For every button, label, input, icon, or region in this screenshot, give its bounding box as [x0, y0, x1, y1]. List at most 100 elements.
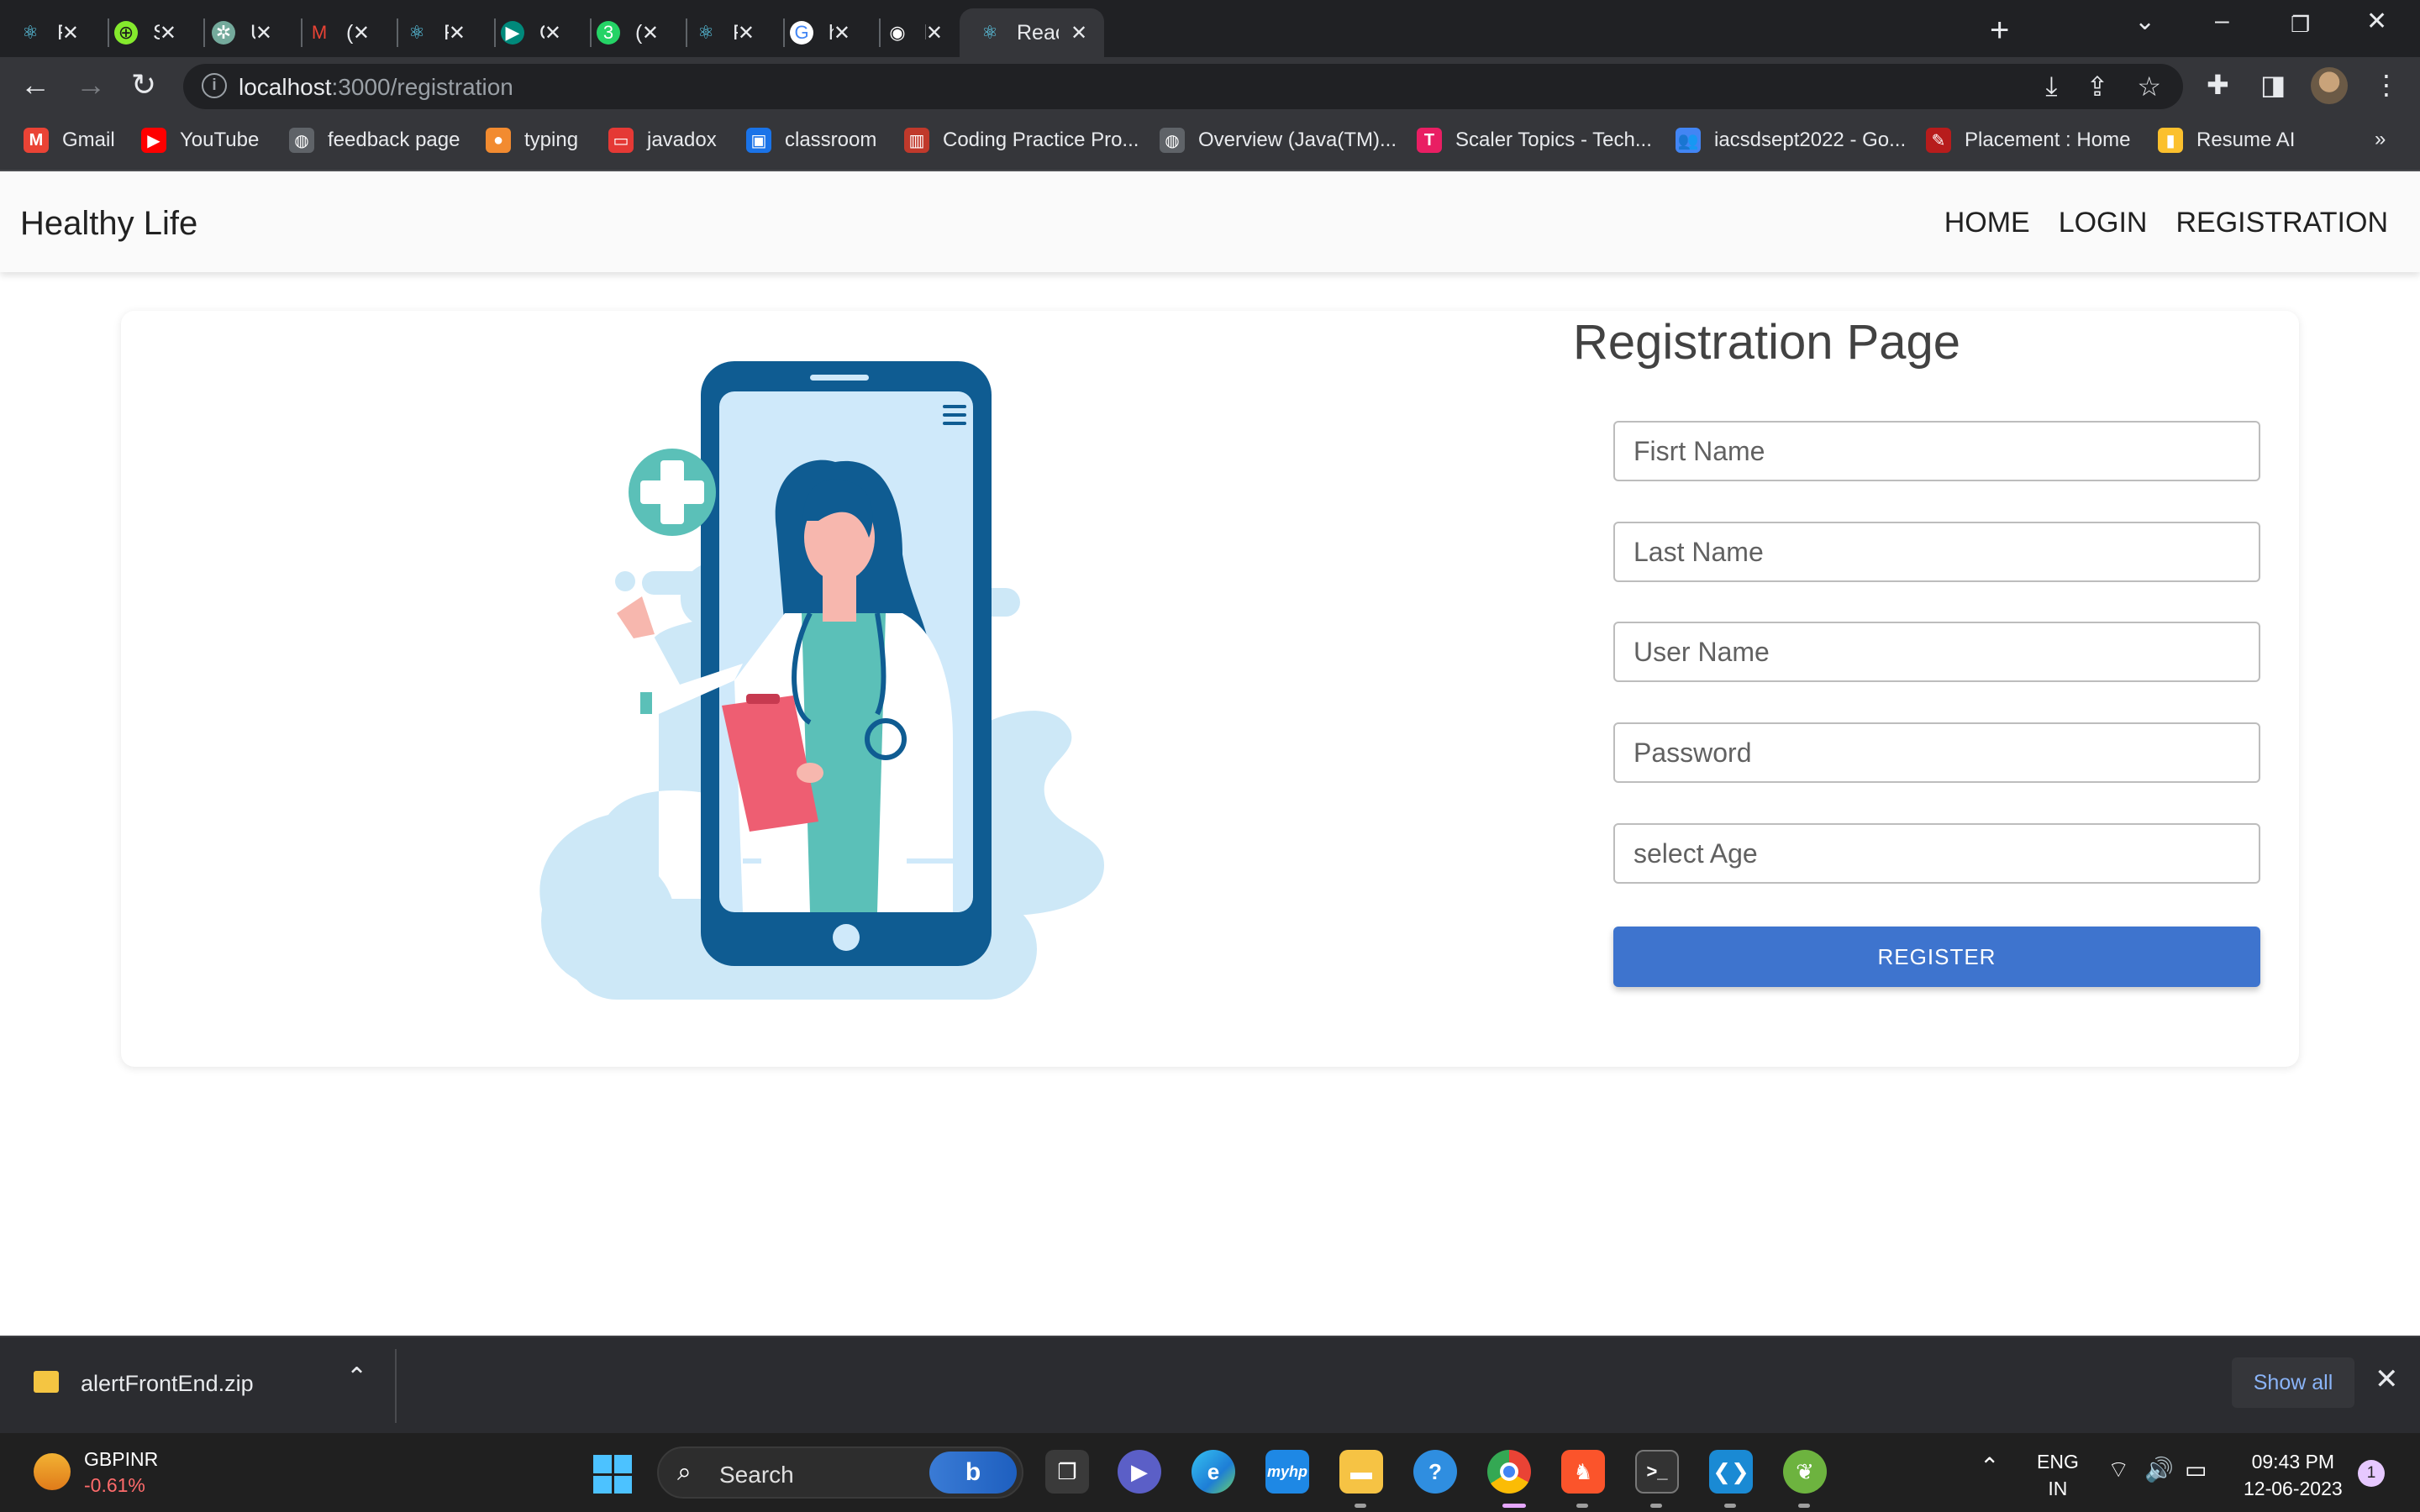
notification-badge[interactable]: 1: [2358, 1460, 2385, 1487]
register-button[interactable]: REGISTER: [1613, 927, 2260, 987]
share-icon[interactable]: ⇪: [2086, 71, 2109, 102]
age-select-input[interactable]: [1613, 823, 2260, 884]
bookmark-item[interactable]: ▣ classroom: [746, 128, 876, 153]
ticker-change: -0.61%: [84, 1474, 145, 1496]
url-text[interactable]: localhost:3000/registration: [239, 74, 513, 101]
password-input[interactable]: [1613, 722, 2260, 783]
reload-icon[interactable]: ↻: [131, 67, 156, 102]
download-shelf: alertFrontEnd.zip ⌃ Show all ✕: [0, 1336, 2420, 1433]
stock-widget[interactable]: GBPINR -0.61%: [84, 1448, 158, 1497]
bookmark-item[interactable]: ● typing: [486, 128, 578, 153]
install-app-icon[interactable]: ⤓: [2045, 71, 2057, 102]
spring-tools-icon[interactable]: ❦: [1783, 1450, 1827, 1494]
address-bar[interactable]: i localhost:3000/registration ⤓ ⇪ ☆: [183, 64, 2183, 109]
bookmark-favicon-icon: ✎: [1926, 128, 1951, 153]
nav-link-registration[interactable]: REGISTRATION: [2176, 207, 2389, 239]
browser-tab[interactable]: ⚛React A✕: [676, 8, 768, 57]
stock-widget-icon[interactable]: [34, 1453, 71, 1490]
language-indicator[interactable]: ENG IN: [2037, 1448, 2079, 1502]
bing-icon[interactable]: b: [929, 1452, 1017, 1494]
site-info-icon[interactable]: i: [202, 73, 227, 98]
minimize-button[interactable]: –: [2215, 7, 2229, 35]
bookmark-star-icon[interactable]: ☆: [2137, 71, 2161, 102]
close-tab-icon[interactable]: ✕: [738, 21, 755, 45]
bookmark-label: javadox: [647, 129, 717, 151]
close-tab-icon[interactable]: ✕: [1067, 21, 1091, 45]
edge-icon[interactable]: e: [1192, 1450, 1235, 1494]
help-icon[interactable]: ?: [1413, 1450, 1457, 1494]
bookmark-item[interactable]: T Scaler Topics - Tech...: [1417, 128, 1652, 153]
bookmark-item[interactable]: ◍ feedback page: [289, 128, 460, 153]
bookmark-item[interactable]: ✎ Placement : Home: [1926, 128, 2130, 153]
new-tab-button[interactable]: +: [1990, 12, 2009, 50]
download-file-name[interactable]: alertFrontEnd.zip: [81, 1371, 254, 1397]
browser-tab[interactable]: Ghow to✕: [771, 8, 864, 57]
bookmark-item[interactable]: 👥 iacsdsept2022 - Go...: [1676, 128, 1906, 153]
username-input[interactable]: [1613, 622, 2260, 682]
bookmark-label: typing: [524, 129, 579, 151]
close-tab-icon[interactable]: ✕: [62, 21, 79, 45]
chrome-icon[interactable]: [1487, 1450, 1531, 1494]
bookmark-item[interactable]: ▭ javadox: [608, 128, 717, 153]
close-tab-icon[interactable]: ✕: [544, 21, 561, 45]
terminal-icon[interactable]: >_: [1635, 1450, 1679, 1494]
close-tab-icon[interactable]: ✕: [353, 21, 370, 45]
wifi-icon[interactable]: ⌔: [2107, 1457, 2129, 1483]
bookmark-label: Gmail: [62, 129, 115, 151]
running-indicator: [1650, 1504, 1662, 1508]
close-tab-icon[interactable]: ✕: [449, 21, 466, 45]
bookmark-item[interactable]: ▮ Resume AI: [2158, 128, 2295, 153]
nav-link-home[interactable]: HOME: [1944, 207, 2030, 239]
close-tab-icon[interactable]: ✕: [926, 21, 943, 45]
zip-file-icon: [34, 1371, 59, 1393]
brave-icon[interactable]: ♞: [1561, 1450, 1605, 1494]
vscode-icon[interactable]: ❮❯: [1709, 1450, 1753, 1494]
side-panel-icon[interactable]: ◨: [2260, 69, 2286, 101]
brand-title[interactable]: Healthy Life: [20, 205, 197, 243]
browser-tab[interactable]: 3 (3) Wha✕: [578, 8, 672, 57]
close-tab-icon[interactable]: ✕: [255, 21, 272, 45]
react-icon: ⚛: [22, 22, 39, 43]
browser-tab[interactable]: ✲UseCha✕: [193, 8, 286, 57]
browser-tab[interactable]: ⚛React A✕: [387, 8, 479, 57]
close-tab-icon[interactable]: ✕: [834, 21, 850, 45]
browser-tab[interactable]: ⚛React A✕: [0, 8, 92, 57]
bookmark-item[interactable]: ▥ Coding Practice Pro...: [904, 128, 1139, 153]
volume-icon[interactable]: 🔊: [2144, 1457, 2174, 1483]
chrome-menu-icon[interactable]: ⋮: [2373, 69, 2400, 101]
battery-icon[interactable]: ▭: [2185, 1457, 2207, 1483]
browser-tab-title: (3) Wha: [635, 20, 642, 45]
close-icon[interactable]: ✕: [2375, 1362, 2399, 1396]
browser-tab[interactable]: ⚛React A✕: [960, 8, 1104, 57]
bookmarks-overflow-icon[interactable]: »: [2375, 128, 2386, 151]
forward-arrow-icon[interactable]: →: [76, 67, 106, 102]
nav-link-login[interactable]: LOGIN: [2059, 207, 2148, 239]
close-tab-icon[interactable]: ✕: [642, 21, 659, 45]
extensions-puzzle-icon[interactable]: ✚: [2207, 69, 2229, 101]
chevron-up-icon[interactable]: ⌃: [1980, 1453, 1999, 1480]
last-name-input[interactable]: [1613, 522, 2260, 582]
chevron-up-icon[interactable]: ⌃: [346, 1362, 367, 1392]
clock[interactable]: 09:43 PM 12-06-2023: [2244, 1448, 2343, 1502]
bookmark-item[interactable]: ▶ YouTube: [141, 128, 259, 153]
myhp-icon[interactable]: myhp: [1265, 1450, 1309, 1494]
windows-start-icon[interactable]: [593, 1455, 632, 1494]
browser-tab[interactable]: ▶Google✕: [482, 8, 575, 57]
bookmark-item[interactable]: ◍ Overview (Java(TM)...: [1160, 128, 1397, 153]
restore-button[interactable]: ❐: [2291, 12, 2310, 38]
show-all-button[interactable]: Show all: [2232, 1357, 2354, 1408]
file-explorer-icon[interactable]: ▬: [1339, 1450, 1383, 1494]
close-window-button[interactable]: ✕: [2366, 7, 2387, 36]
bookmark-item[interactable]: M Gmail: [24, 128, 115, 153]
close-tab-icon[interactable]: ✕: [160, 21, 176, 45]
task-view-icon[interactable]: ❐: [1045, 1450, 1089, 1494]
profile-avatar[interactable]: [2311, 67, 2348, 104]
tab-search-icon[interactable]: ⌄: [2134, 7, 2155, 36]
first-name-input[interactable]: [1613, 421, 2260, 481]
taskbar-search[interactable]: ⌕ Search b: [657, 1446, 1023, 1499]
browser-tab[interactable]: ◉kshitijch✕: [867, 8, 956, 57]
browser-tab[interactable]: M (no subj✕: [289, 8, 383, 57]
browser-tab[interactable]: ⊕ Swagge✕: [96, 8, 190, 57]
back-arrow-icon[interactable]: ←: [20, 67, 50, 102]
teams-chat-icon[interactable]: ▶: [1118, 1450, 1161, 1494]
